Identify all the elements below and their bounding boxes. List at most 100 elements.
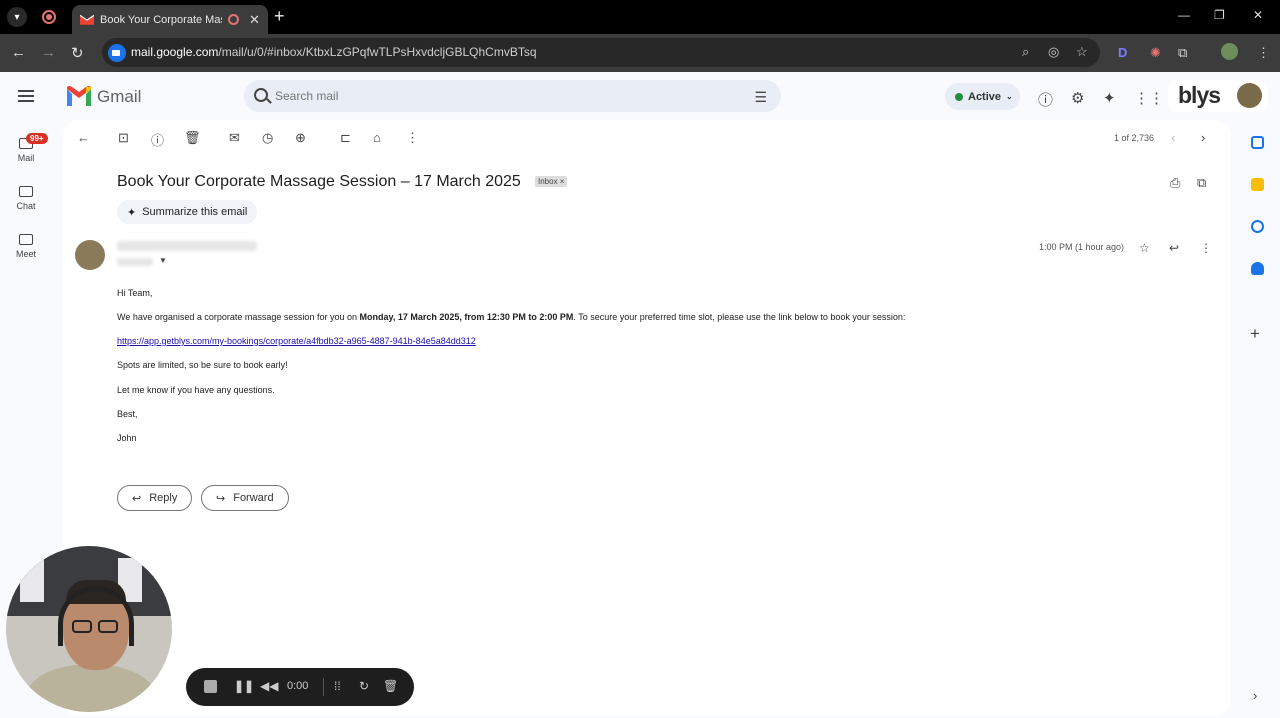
tab-title: Book Your Corporate Massage Session – 17… [100, 13, 222, 26]
extensions-puzzle-icon[interactable]: ⧉ [1178, 45, 1187, 61]
expand-panel-icon[interactable]: › [1253, 688, 1257, 703]
discard-trash-icon[interactable]: 🗑 [383, 679, 398, 693]
help-icon[interactable]: ⓘ [1038, 89, 1053, 110]
pause-icon[interactable]: ❚❚ [234, 679, 254, 693]
forward-button[interactable]: ↪ Forward [201, 485, 289, 511]
forward-icon[interactable]: → [41, 44, 56, 61]
restart-icon[interactable]: ↻ [359, 679, 369, 693]
gemini-sparkle-icon[interactable]: ✦ [1103, 89, 1116, 107]
account-avatar[interactable] [1237, 83, 1262, 108]
open-new-window-icon[interactable]: ⧉ [1197, 175, 1206, 191]
mark-unread-icon[interactable]: ✉ [229, 130, 240, 146]
chat-icon [19, 186, 33, 197]
address-bar[interactable]: mail.google.com/mail/u/0/#inbox/KtbxLzGP… [102, 38, 1100, 67]
newer-chevron-icon[interactable]: ‹ [1171, 130, 1175, 145]
reply-label: Reply [149, 492, 178, 504]
close-window-icon[interactable]: ✕ [1253, 8, 1263, 22]
keep-icon[interactable] [1251, 178, 1264, 191]
forward-label: Forward [233, 492, 274, 504]
back-to-inbox-icon[interactable]: ← [77, 130, 90, 145]
rail-label-chat: Chat [16, 201, 36, 211]
summarize-label: Summarize this email [142, 206, 248, 218]
recording-indicator-icon [42, 10, 56, 24]
gmail-app: Gmail ☰ Active ⌄ ⓘ ⚙ ✦ ⋮⋮ blys 99+ Mail … [0, 72, 1280, 718]
minimize-icon[interactable]: — [1178, 8, 1190, 22]
search-input[interactable] [275, 89, 695, 103]
label-icon[interactable]: ⌂ [373, 130, 381, 145]
extension-recorder-icon[interactable]: ✺ [1150, 45, 1161, 61]
calendar-icon[interactable] [1251, 136, 1264, 149]
settings-gear-icon[interactable]: ⚙ [1071, 89, 1084, 107]
email-subject: Book Your Corporate Massage Session – 17… [117, 173, 521, 190]
tab-close-icon[interactable]: ✕ [249, 12, 260, 28]
eye-off-icon[interactable]: ◎ [1048, 44, 1059, 60]
move-to-icon[interactable]: ⊏ [340, 130, 351, 146]
email-signoff: Best, [117, 409, 138, 419]
main-menu-icon[interactable] [18, 90, 34, 102]
tasks-icon[interactable] [1251, 220, 1264, 233]
reply-button[interactable]: ↩ Reply [117, 485, 193, 511]
status-label: Active [968, 90, 1002, 103]
inbox-label-chip[interactable]: Inbox × [535, 176, 568, 187]
stop-recording-icon[interactable] [204, 680, 217, 693]
rewind-icon[interactable]: ◀◀ [260, 679, 278, 693]
rail-label-meet: Meet [15, 249, 36, 259]
browser-toolbar: ← → ↻ mail.google.com/mail/u/0/#inbox/Kt… [0, 34, 1280, 72]
zoom-icon[interactable]: ⌕ [1022, 44, 1029, 60]
print-icon[interactable]: ⎙ [1170, 175, 1180, 191]
webcam-overlay[interactable] [6, 546, 172, 712]
recorder-divider [323, 678, 324, 696]
recipient-redacted [117, 258, 153, 266]
tab-search-icon[interactable]: ▾ [7, 7, 27, 27]
delete-icon[interactable]: 🗑 [184, 130, 201, 146]
summarize-button[interactable]: ✦ Summarize this email [117, 200, 258, 224]
star-icon[interactable]: ☆ [1139, 241, 1150, 255]
restore-icon[interactable]: ❐ [1214, 8, 1225, 22]
unread-badge: 99+ [26, 133, 48, 144]
search-icon[interactable] [254, 88, 268, 102]
back-icon[interactable]: ← [11, 44, 26, 61]
snooze-icon[interactable]: ◷ [262, 130, 273, 146]
reload-icon[interactable]: ↻ [71, 44, 84, 62]
rail-item-chat[interactable]: Chat [0, 186, 52, 211]
profile-avatar-icon[interactable] [1221, 43, 1238, 60]
contacts-icon[interactable] [1251, 262, 1264, 275]
rail-item-meet[interactable]: Meet [0, 234, 52, 259]
booking-link[interactable]: https://app.getblys.com/my-bookings/corp… [117, 336, 476, 346]
browser-menu-icon[interactable]: ⋮ [1257, 45, 1270, 61]
add-to-tasks-icon[interactable]: ⊕ [295, 130, 306, 146]
add-addon-icon[interactable]: + [1250, 324, 1260, 344]
email-paragraph-1: We have organised a corporate massage se… [117, 312, 906, 322]
report-spam-icon[interactable]: ⓘ [151, 130, 164, 149]
archive-icon[interactable]: ⊡ [118, 130, 129, 146]
new-tab-icon[interactable]: + [274, 6, 285, 27]
search-options-icon[interactable]: ☰ [754, 89, 767, 106]
meet-camera-icon [19, 234, 33, 245]
rail-item-mail[interactable]: 99+ Mail [0, 133, 52, 163]
reply-icon[interactable]: ↩ [1169, 241, 1179, 255]
rail-label-mail: Mail [17, 153, 35, 163]
grid-icon[interactable]: ⁞⁞ [334, 679, 341, 693]
older-chevron-icon[interactable]: › [1201, 130, 1205, 145]
message-panel: ← ⊡ ⓘ 🗑 ✉ ◷ ⊕ ⊏ ⌂ ⋮ 1 of 2,736 ‹ › Book … [63, 120, 1231, 716]
url-text[interactable]: mail.google.com/mail/u/0/#inbox/KtbxLzGP… [131, 45, 537, 59]
camera-permission-icon[interactable] [108, 44, 126, 62]
search-bar[interactable]: ☰ [244, 80, 781, 112]
email-paragraph-3: Let me know if you have any questions. [117, 385, 275, 395]
pagination-count: 1 of 2,736 [1114, 133, 1155, 143]
apps-grid-icon[interactable]: ⋮⋮ [1134, 89, 1164, 107]
gmail-logo-icon [67, 86, 91, 106]
email-greeting: Hi Team, [117, 288, 153, 298]
sender-avatar[interactable] [75, 240, 105, 270]
extension-d-icon[interactable]: D [1118, 45, 1127, 60]
sender-name-redacted [117, 241, 257, 251]
message-more-icon[interactable]: ⋮ [1200, 241, 1212, 255]
bookmark-star-icon[interactable]: ☆ [1076, 44, 1088, 60]
details-caret-icon[interactable]: ▼ [159, 256, 167, 265]
more-options-icon[interactable]: ⋮ [406, 130, 419, 146]
browser-tab[interactable]: Book Your Corporate Massage Session – 17… [72, 5, 268, 34]
glasses-left [72, 620, 92, 633]
account-switcher[interactable]: blys [1168, 80, 1268, 112]
forward-arrow-icon: ↪ [216, 492, 226, 505]
status-selector[interactable]: Active ⌄ [945, 83, 1020, 110]
